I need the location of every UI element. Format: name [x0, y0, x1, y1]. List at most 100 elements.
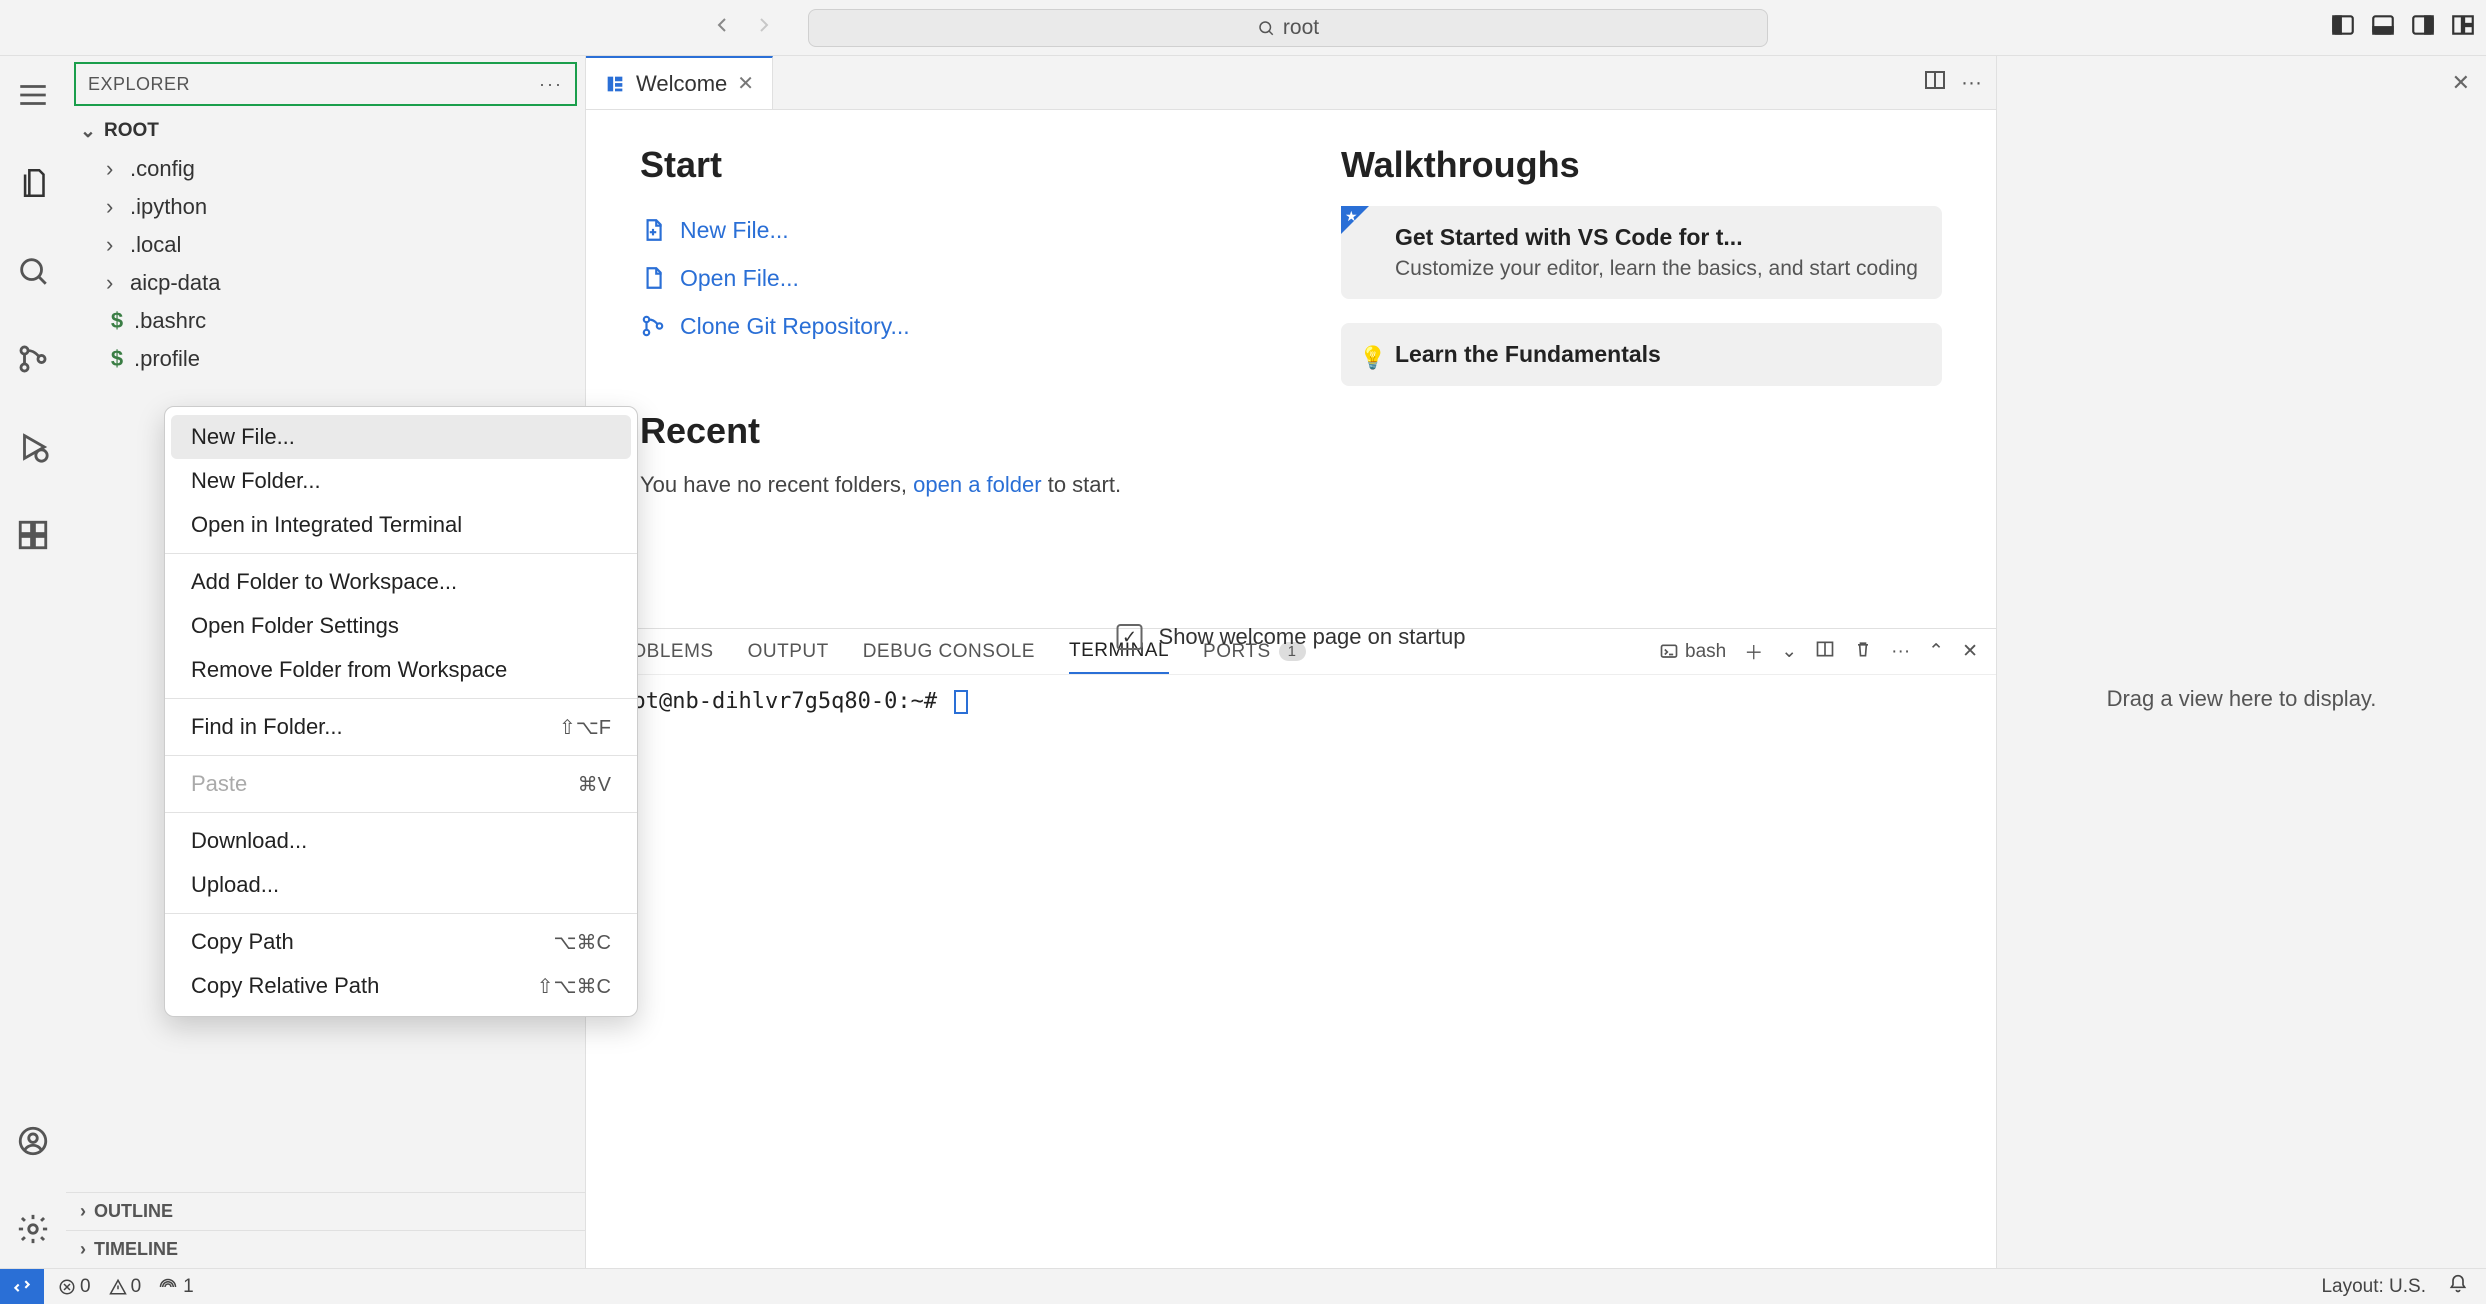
status-layout[interactable]: Layout: U.S. — [2321, 1276, 2426, 1298]
kill-terminal-icon[interactable] — [1853, 639, 1873, 665]
split-terminal-icon[interactable] — [1815, 639, 1835, 665]
remote-indicator[interactable] — [0, 1269, 44, 1304]
context-menu-item[interactable]: Find in Folder...⇧⌥F — [165, 705, 637, 749]
context-menu-separator — [165, 812, 637, 813]
shell-name: bash — [1685, 641, 1726, 663]
activity-run-debug[interactable] — [12, 426, 54, 468]
context-menu-item[interactable]: Remove Folder from Workspace — [165, 648, 637, 692]
terminal[interactable]: root@nb-dihlvr7g5q80-0:~# — [586, 675, 1996, 1268]
context-menu-label: Copy Relative Path — [191, 973, 379, 999]
walkthrough-fundamentals[interactable]: 💡 Learn the Fundamentals — [1341, 323, 1942, 386]
command-center-search[interactable]: root — [808, 9, 1768, 47]
panel-more-icon[interactable]: ··· — [1891, 641, 1910, 663]
context-menu-label: Copy Path — [191, 929, 294, 955]
context-menu-item[interactable]: Download... — [165, 819, 637, 863]
tree-label: aicp-data — [130, 270, 221, 296]
context-menu-item[interactable]: Copy Relative Path⇧⌥⌘C — [165, 964, 637, 1008]
status-ports[interactable]: 1 — [159, 1276, 194, 1298]
close-icon[interactable]: ✕ — [2452, 70, 2470, 96]
tree-folder[interactable]: ›.ipython — [66, 188, 585, 226]
recent-suffix: to start. — [1042, 472, 1121, 497]
context-menu-item[interactable]: Open in Integrated Terminal — [165, 503, 637, 547]
context-menu-item[interactable]: New File... — [171, 415, 631, 459]
outline-section[interactable]: ›OUTLINE — [66, 1192, 585, 1230]
explorer-context-menu: New File...New Folder...Open in Integrat… — [164, 406, 638, 1017]
layout-left-icon[interactable] — [2330, 12, 2356, 44]
shell-file-icon: $ — [106, 308, 128, 334]
close-icon[interactable]: ✕ — [737, 71, 754, 96]
timeline-section[interactable]: ›TIMELINE — [66, 1230, 585, 1268]
ptab-label: OUTPUT — [748, 641, 829, 663]
walkthrough-get-started[interactable]: Get Started with VS Code for t... Custom… — [1341, 206, 1942, 299]
startup-checkbox[interactable]: ✓ — [1117, 624, 1143, 650]
context-menu-separator — [165, 913, 637, 914]
context-menu-label: Remove Folder from Workspace — [191, 657, 507, 683]
split-editor-icon[interactable] — [1923, 68, 1947, 98]
panel-maximize-icon[interactable]: ⌃ — [1928, 640, 1944, 663]
walkthrough-subtitle: Customize your editor, learn the basics,… — [1395, 257, 1920, 281]
layout-bottom-icon[interactable] — [2370, 12, 2396, 44]
nav-back-icon[interactable] — [710, 13, 734, 43]
context-menu-separator — [165, 698, 637, 699]
tab-more-icon[interactable]: ··· — [1961, 71, 1982, 95]
panel-close-icon[interactable]: ✕ — [1962, 640, 1978, 663]
tree-folder[interactable]: ›.config — [66, 150, 585, 188]
layout-right-icon[interactable] — [2410, 12, 2436, 44]
activity-settings[interactable] — [12, 1208, 54, 1250]
context-menu-item[interactable]: Copy Path ⌥⌘C — [165, 920, 637, 964]
context-menu-item[interactable]: Open Folder Settings — [165, 604, 637, 648]
tree-root[interactable]: ⌄ ROOT — [66, 112, 585, 150]
status-errors[interactable]: 0 — [58, 1276, 91, 1298]
explorer-title: EXPLORER — [88, 74, 190, 95]
editor-group: Welcome ✕ ··· Start New File... Open Fil… — [586, 56, 1996, 1268]
new-file-link[interactable]: New File... — [640, 206, 1241, 254]
nav-forward-icon[interactable] — [752, 13, 776, 43]
context-menu-item[interactable]: Add Folder to Workspace... — [165, 560, 637, 604]
search-icon — [1257, 19, 1275, 37]
context-menu-item[interactable]: Upload... — [165, 863, 637, 907]
context-menu-label: Download... — [191, 828, 307, 854]
tree-label: .config — [130, 156, 195, 182]
new-terminal-icon[interactable]: ＋ — [1744, 638, 1763, 665]
secondary-sidebar: ✕ Drag a view here to display. — [1996, 56, 2486, 1268]
explorer-more-icon[interactable]: ··· — [539, 74, 563, 95]
activity-account[interactable] — [12, 1120, 54, 1162]
context-menu-shortcut: ⌘V — [578, 772, 611, 797]
context-menu-label: Paste — [191, 771, 247, 797]
tree-folder[interactable]: ›.local — [66, 226, 585, 264]
tree-file[interactable]: $.profile — [66, 340, 585, 378]
menu-icon[interactable] — [12, 74, 54, 116]
layout-customize-icon[interactable] — [2450, 12, 2476, 44]
activity-source-control[interactable] — [12, 338, 54, 380]
tree-folder[interactable]: ›aicp-data — [66, 264, 585, 302]
terminal-profile-icon[interactable]: bash — [1659, 641, 1726, 663]
notifications-icon[interactable] — [2448, 1274, 2468, 1300]
panel-tab-output[interactable]: OUTPUT — [748, 629, 829, 674]
open-folder-link[interactable]: open a folder — [913, 472, 1041, 497]
activity-explorer[interactable] — [12, 162, 54, 204]
tab-bar: Welcome ✕ ··· — [586, 56, 1996, 110]
activity-search[interactable] — [12, 250, 54, 292]
recent-prefix: You have no recent folders, — [640, 472, 913, 497]
panel-tab-debug[interactable]: DEBUG CONSOLE — [863, 629, 1035, 674]
tab-welcome[interactable]: Welcome ✕ — [586, 56, 773, 109]
tree-file[interactable]: $.bashrc — [66, 302, 585, 340]
recent-text: You have no recent folders, open a folde… — [640, 472, 1241, 498]
context-menu-item: Paste ⌘V — [165, 762, 637, 806]
ports-count: 1 — [183, 1276, 194, 1298]
warnings-count: 0 — [131, 1276, 142, 1298]
new-file-icon — [640, 217, 666, 243]
status-warnings[interactable]: 0 — [109, 1276, 142, 1298]
context-menu-shortcut: ⌥⌘C — [554, 930, 612, 955]
clone-repo-link[interactable]: Clone Git Repository... — [640, 302, 1241, 350]
shell-file-icon: $ — [106, 346, 128, 372]
terminal-dropdown-icon[interactable]: ⌄ — [1781, 640, 1797, 663]
chevron-right-icon: › — [80, 1201, 86, 1222]
tab-label: Welcome — [636, 71, 727, 97]
errors-count: 0 — [80, 1276, 91, 1298]
open-file-link[interactable]: Open File... — [640, 254, 1241, 302]
link-label: Open File... — [680, 265, 799, 292]
terminal-prompt: root@nb-dihlvr7g5q80-0:~# — [606, 689, 950, 714]
context-menu-item[interactable]: New Folder... — [165, 459, 637, 503]
activity-extensions[interactable] — [12, 514, 54, 556]
